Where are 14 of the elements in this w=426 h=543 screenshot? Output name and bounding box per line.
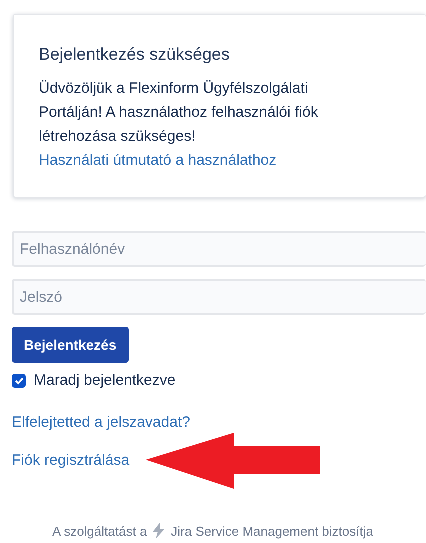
- check-icon: [14, 376, 24, 384]
- username-field[interactable]: Felhasználónév: [12, 231, 426, 267]
- notice-title: Bejelentkezés szükséges: [39, 45, 231, 65]
- login-button[interactable]: Bejelentkezés: [12, 327, 129, 363]
- account-link[interactable]: Fiók regisztrálása: [12, 449, 130, 473]
- notice-message: Üdvözöljük a Flexinform Ügyfélszolgálati Portálján! A használathoz felhasználói fiók létrehozása szükséges!: [39, 79, 320, 147]
- remember-checkbox[interactable]: [12, 374, 26, 388]
- guide-link[interactable]: Használati útmutató a használathoz: [39, 152, 277, 169]
- remember-label: Maradj bejelentkezve: [34, 372, 176, 389]
- lightning-icon: [151, 523, 168, 539]
- account-link[interactable]: Elfelejtetted a jelszavadat?: [12, 411, 190, 435]
- footer-text: A szolgáltatást a: [52, 524, 148, 538]
- password-field[interactable]: Jelszó: [12, 279, 426, 315]
- product-name: Jira Service Management biztosítja: [171, 524, 374, 538]
